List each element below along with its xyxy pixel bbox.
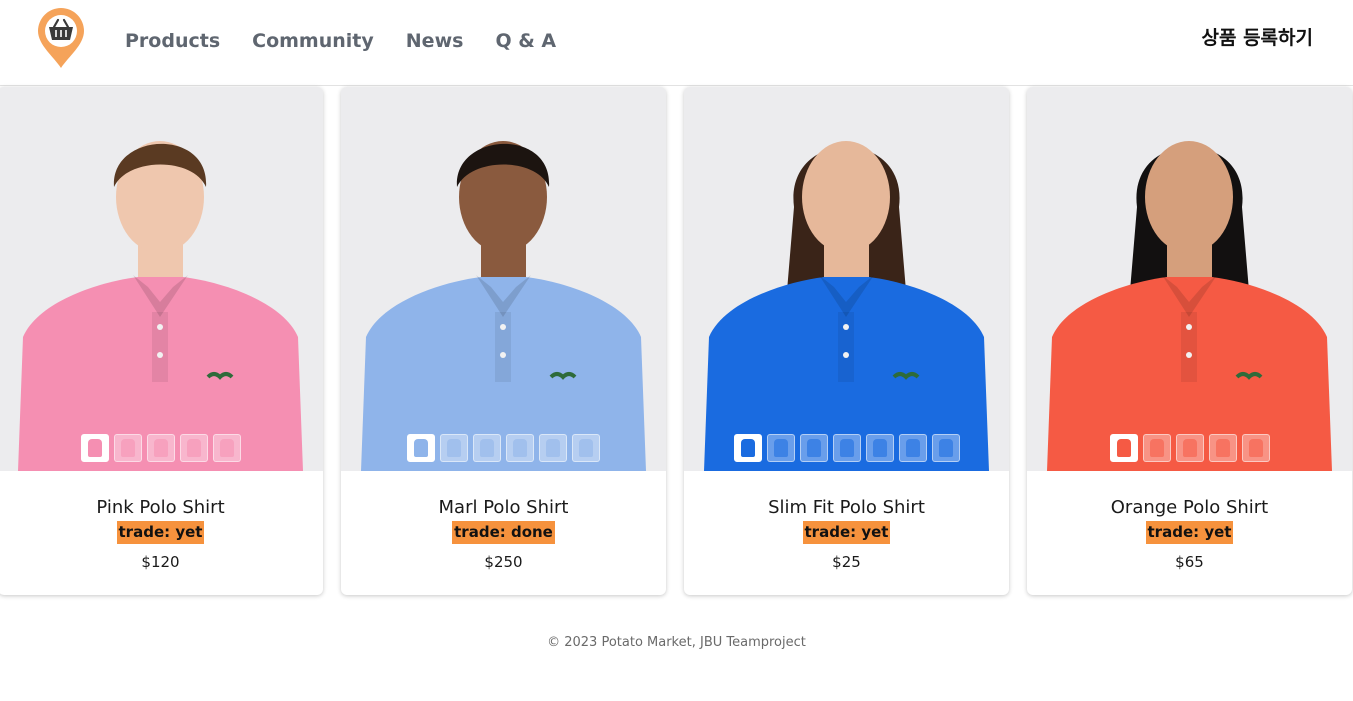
footer-copyright: © 2023 Potato Market, JBU Teamproject (547, 635, 806, 650)
product-price: $250 (484, 553, 523, 571)
shirt-thumbnail-icon (839, 439, 854, 457)
thumbnail-image[interactable] (1142, 434, 1171, 462)
logo-icon[interactable] (36, 7, 86, 69)
shirt-thumbnail-icon (579, 439, 593, 457)
product-price: $120 (141, 553, 180, 571)
thumbnail-image[interactable] (832, 434, 861, 462)
shirt-thumbnail-icon (414, 439, 428, 457)
product-info: Slim Fit Polo Shirt trade: yet $25 (684, 497, 1009, 571)
nav-community[interactable]: Community (252, 29, 374, 53)
register-product-button[interactable]: 상품 등록하기 (1202, 26, 1314, 50)
model-illustration (341, 87, 666, 471)
thumbnail-strip (1027, 434, 1352, 462)
nav-qa[interactable]: Q & A (495, 29, 556, 53)
product-card[interactable]: Marl Polo Shirt trade: done $250 (341, 87, 666, 595)
thumbnail-image[interactable] (506, 434, 534, 462)
shirt-thumbnail-icon (546, 439, 560, 457)
shirt-thumbnail-icon (806, 439, 821, 457)
thumbnail-image[interactable] (898, 434, 927, 462)
thumbnail-image[interactable] (1241, 434, 1270, 462)
product-card[interactable]: Orange Polo Shirt trade: yet $65 (1027, 87, 1352, 595)
thumbnail-strip (684, 434, 1009, 462)
shirt-thumbnail-icon (938, 439, 953, 457)
shirt-thumbnail-icon (480, 439, 494, 457)
model-illustration (684, 87, 1009, 471)
shirt-thumbnail-icon (773, 439, 788, 457)
model-illustration (0, 87, 323, 471)
shirt-thumbnail-icon (905, 439, 920, 457)
thumbnail-image[interactable] (179, 434, 208, 462)
thumbnail-image[interactable] (440, 434, 468, 462)
product-price: $25 (832, 553, 861, 571)
shirt-thumbnail-icon (872, 439, 887, 457)
product-card[interactable]: Pink Polo Shirt trade: yet $120 (0, 87, 323, 595)
product-photo (0, 87, 323, 471)
thumbnail-image[interactable] (80, 434, 109, 462)
product-info: Orange Polo Shirt trade: yet $65 (1027, 497, 1352, 571)
trade-status-badge: trade: yet (1145, 521, 1234, 544)
product-name: Slim Fit Polo Shirt (768, 497, 925, 518)
nav-news[interactable]: News (406, 29, 464, 53)
shirt-thumbnail-icon (153, 439, 168, 457)
shirt-thumbnail-icon (740, 439, 755, 457)
shirt-thumbnail-icon (1116, 439, 1131, 457)
product-name: Pink Polo Shirt (96, 497, 225, 518)
product-info: Marl Polo Shirt trade: done $250 (341, 497, 666, 571)
thumbnail-image[interactable] (865, 434, 894, 462)
product-price: $65 (1175, 553, 1204, 571)
thumbnail-image[interactable] (473, 434, 501, 462)
thumbnail-image[interactable] (799, 434, 828, 462)
thumbnail-image[interactable] (572, 434, 600, 462)
thumbnail-image[interactable] (733, 434, 762, 462)
thumbnail-image[interactable] (113, 434, 142, 462)
product-name: Marl Polo Shirt (438, 497, 569, 518)
shirt-thumbnail-icon (120, 439, 135, 457)
product-name: Orange Polo Shirt (1110, 497, 1269, 518)
thumbnail-image[interactable] (1175, 434, 1204, 462)
shirt-thumbnail-icon (1215, 439, 1230, 457)
thumbnail-image[interactable] (1109, 434, 1138, 462)
thumbnail-strip (341, 434, 666, 462)
product-photo (341, 87, 666, 471)
product-info: Pink Polo Shirt trade: yet $120 (0, 497, 323, 571)
thumbnail-image[interactable] (407, 434, 435, 462)
trade-status-badge: trade: yet (116, 521, 205, 544)
thumbnail-image[interactable] (146, 434, 175, 462)
shirt-thumbnail-icon (447, 439, 461, 457)
nav-products[interactable]: Products (125, 29, 220, 53)
thumbnail-strip (0, 434, 323, 462)
product-grid: Pink Polo Shirt trade: yet $120 Marl Pol… (0, 87, 1353, 597)
trade-status-badge: trade: done (452, 521, 555, 544)
product-card[interactable]: Slim Fit Polo Shirt trade: yet $25 (684, 87, 1009, 595)
trade-status-badge: trade: yet (802, 521, 891, 544)
thumbnail-image[interactable] (539, 434, 567, 462)
shirt-thumbnail-icon (87, 439, 102, 457)
shirt-thumbnail-icon (1248, 439, 1263, 457)
product-photo (684, 87, 1009, 471)
shirt-thumbnail-icon (1149, 439, 1164, 457)
thumbnail-image[interactable] (212, 434, 241, 462)
thumbnail-image[interactable] (766, 434, 795, 462)
shirt-thumbnail-icon (186, 439, 201, 457)
shirt-thumbnail-icon (1182, 439, 1197, 457)
shirt-thumbnail-icon (219, 439, 234, 457)
main-nav: Products Community News Q & A (125, 29, 588, 53)
product-photo (1027, 87, 1352, 471)
shirt-thumbnail-icon (513, 439, 527, 457)
thumbnail-image[interactable] (931, 434, 960, 462)
top-header: Products Community News Q & A 상품 등록하기 (0, 0, 1353, 86)
model-illustration (1027, 87, 1352, 471)
thumbnail-image[interactable] (1208, 434, 1237, 462)
